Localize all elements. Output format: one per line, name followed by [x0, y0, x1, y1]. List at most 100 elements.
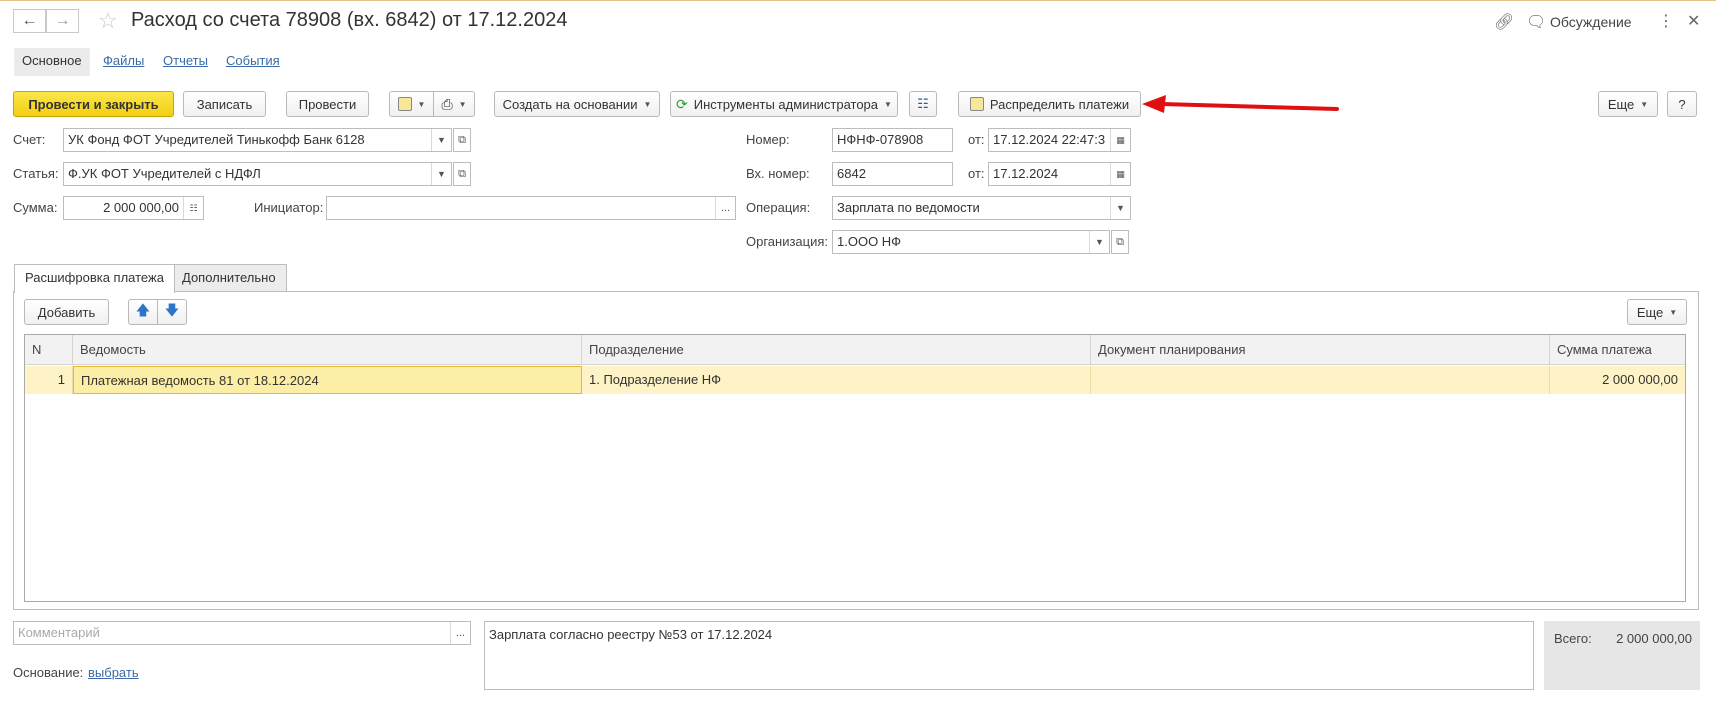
- link-icon[interactable]: 🔗︎: [1494, 12, 1514, 32]
- account-label: Счет:: [13, 132, 46, 147]
- create-based-on-button[interactable]: Создать на основании ▼: [494, 91, 660, 117]
- in-date-value: 17.12.2024: [993, 166, 1059, 181]
- ellipsis-icon[interactable]: ...: [450, 622, 470, 644]
- arrow-up-icon: 🡅︎: [135, 302, 151, 318]
- account-field[interactable]: УК Фонд ФОТ Учредителей Тинькофф Банк 61…: [63, 128, 452, 152]
- article-label: Статья:: [13, 166, 59, 181]
- operation-label: Операция:: [746, 200, 811, 215]
- back-button[interactable]: ←: [13, 9, 46, 33]
- chevron-down-icon[interactable]: ▼: [1089, 231, 1109, 253]
- total-panel: Всего: 2 000 000,00: [1544, 621, 1700, 690]
- help-button[interactable]: ?: [1667, 91, 1697, 117]
- in-date-field[interactable]: 17.12.2024 ▦: [988, 162, 1131, 186]
- total-label: Всего:: [1554, 631, 1592, 646]
- in-number-value: 6842: [837, 166, 866, 181]
- open-icon[interactable]: ⧉: [453, 162, 471, 186]
- chevron-down-icon[interactable]: ▼: [1110, 197, 1130, 219]
- column-header-payment-amount[interactable]: Сумма платежа: [1550, 335, 1685, 365]
- attach-document-button[interactable]: ▼: [389, 91, 434, 117]
- cell-department[interactable]: 1. Подразделение НФ: [582, 366, 1091, 394]
- table-more-button[interactable]: Еще ▼: [1627, 299, 1687, 325]
- distribute-payments-button[interactable]: Распределить платежи: [958, 91, 1141, 117]
- initiator-field[interactable]: ...: [326, 196, 736, 220]
- annotation-arrow: [1142, 95, 1339, 113]
- more-menu-icon[interactable]: ⋮: [1658, 11, 1674, 31]
- date-field[interactable]: 17.12.2024 22:47:3 ▦: [988, 128, 1131, 152]
- hierarchy-icon: ☷: [917, 96, 929, 111]
- open-icon[interactable]: ⧉: [1111, 230, 1129, 254]
- save-button[interactable]: Записать: [183, 91, 266, 117]
- date-value: 17.12.2024 22:47:3: [993, 132, 1106, 147]
- calendar-icon[interactable]: ▦: [1110, 129, 1130, 151]
- organization-field[interactable]: 1.ООО НФ ▼: [832, 230, 1110, 254]
- comment-placeholder: Комментарий: [18, 625, 100, 640]
- article-field[interactable]: Ф.УК ФОТ Учредителей с НДФЛ ▼: [63, 162, 452, 186]
- help-label: ?: [1678, 96, 1686, 112]
- number-value: НФНФ-078908: [837, 132, 924, 147]
- chevron-down-icon[interactable]: ▼: [431, 129, 451, 151]
- more-button[interactable]: Еще ▼: [1598, 91, 1658, 117]
- chevron-down-icon[interactable]: ▼: [431, 163, 451, 185]
- cell-planning-document[interactable]: [1091, 366, 1550, 394]
- open-icon[interactable]: ⧉: [453, 128, 471, 152]
- in-date-label: от:: [968, 166, 985, 181]
- print-button[interactable]: ⎙ ▼: [433, 91, 475, 117]
- forward-button[interactable]: →: [46, 9, 79, 33]
- create-based-on-label: Создать на основании: [502, 96, 638, 112]
- tab-events[interactable]: События: [218, 48, 288, 76]
- favorite-star-icon[interactable]: ☆: [98, 8, 118, 34]
- chevron-down-icon: ▼: [643, 99, 652, 109]
- save-label: Записать: [196, 96, 253, 112]
- cell-number[interactable]: 1: [25, 366, 73, 394]
- organization-value: 1.ООО НФ: [837, 234, 902, 249]
- number-field[interactable]: НФНФ-078908: [832, 128, 953, 152]
- memo-field[interactable]: Зарплата согласно реестру №53 от 17.12.2…: [484, 621, 1534, 690]
- cell-payment-amount[interactable]: 2 000 000,00: [1550, 366, 1685, 394]
- discussion-label[interactable]: Обсуждение: [1550, 14, 1632, 30]
- ellipsis-icon[interactable]: ...: [715, 197, 735, 219]
- move-down-button[interactable]: 🡇︎: [157, 299, 187, 325]
- move-up-button[interactable]: 🡅︎: [128, 299, 158, 325]
- total-value: 2 000 000,00: [1616, 631, 1692, 646]
- tab-payment-details[interactable]: Расшифровка платежа: [14, 264, 175, 293]
- more-label: Еще: [1607, 96, 1635, 112]
- tab-files[interactable]: Файлы: [95, 48, 152, 76]
- basis-label: Основание:: [13, 665, 84, 680]
- document-icon: [397, 97, 412, 111]
- payment-table[interactable]: N Ведомость Подразделение Документ плани…: [24, 334, 1686, 602]
- in-number-field[interactable]: 6842: [832, 162, 953, 186]
- structure-button[interactable]: ☷: [909, 91, 937, 117]
- post-and-close-button[interactable]: Провести и закрыть: [13, 91, 174, 117]
- calculator-icon[interactable]: ☷: [183, 197, 203, 219]
- discussion-icon[interactable]: 🗨︎: [1526, 12, 1546, 32]
- page-title: Расход со счета 78908 (вх. 6842) от 17.1…: [131, 9, 568, 31]
- number-label: Номер:: [746, 132, 790, 147]
- admin-tools-label: Инструменты администратора: [693, 96, 879, 112]
- column-header-department[interactable]: Подразделение: [582, 335, 1091, 365]
- tab-main[interactable]: Основное: [14, 48, 90, 76]
- table-more-label: Еще: [1636, 304, 1664, 320]
- tab-reports[interactable]: Отчеты: [155, 48, 216, 76]
- amount-label: Сумма:: [13, 200, 58, 215]
- cell-statement[interactable]: Платежная ведомость 81 от 18.12.2024: [73, 366, 582, 394]
- organization-label: Организация:: [746, 234, 829, 249]
- post-button[interactable]: Провести: [286, 91, 369, 117]
- close-icon[interactable]: ✕: [1687, 11, 1700, 31]
- add-row-button[interactable]: Добавить: [24, 299, 109, 325]
- basis-select-link[interactable]: выбрать: [88, 665, 139, 680]
- calendar-icon[interactable]: ▦: [1110, 163, 1130, 185]
- column-header-planning-document[interactable]: Документ планирования: [1091, 335, 1550, 365]
- tab-additional[interactable]: Дополнительно: [171, 264, 287, 292]
- amount-value: 2 000 000,00: [103, 200, 179, 215]
- admin-tools-button[interactable]: ⟳ Инструменты администратора ▼: [670, 91, 898, 117]
- operation-field[interactable]: Зарплата по ведомости ▼: [832, 196, 1131, 220]
- comment-field[interactable]: Комментарий ...: [13, 621, 471, 645]
- column-header-statement[interactable]: Ведомость: [73, 335, 582, 365]
- initiator-value: [327, 197, 715, 219]
- arrow-left-icon: ←: [21, 12, 38, 29]
- amount-field[interactable]: 2 000 000,00 ☷: [63, 196, 204, 220]
- chevron-down-icon: ▼: [417, 99, 426, 109]
- column-header-number[interactable]: N: [25, 335, 73, 365]
- chevron-down-icon: ▼: [884, 99, 892, 109]
- date-label: от:: [968, 132, 985, 147]
